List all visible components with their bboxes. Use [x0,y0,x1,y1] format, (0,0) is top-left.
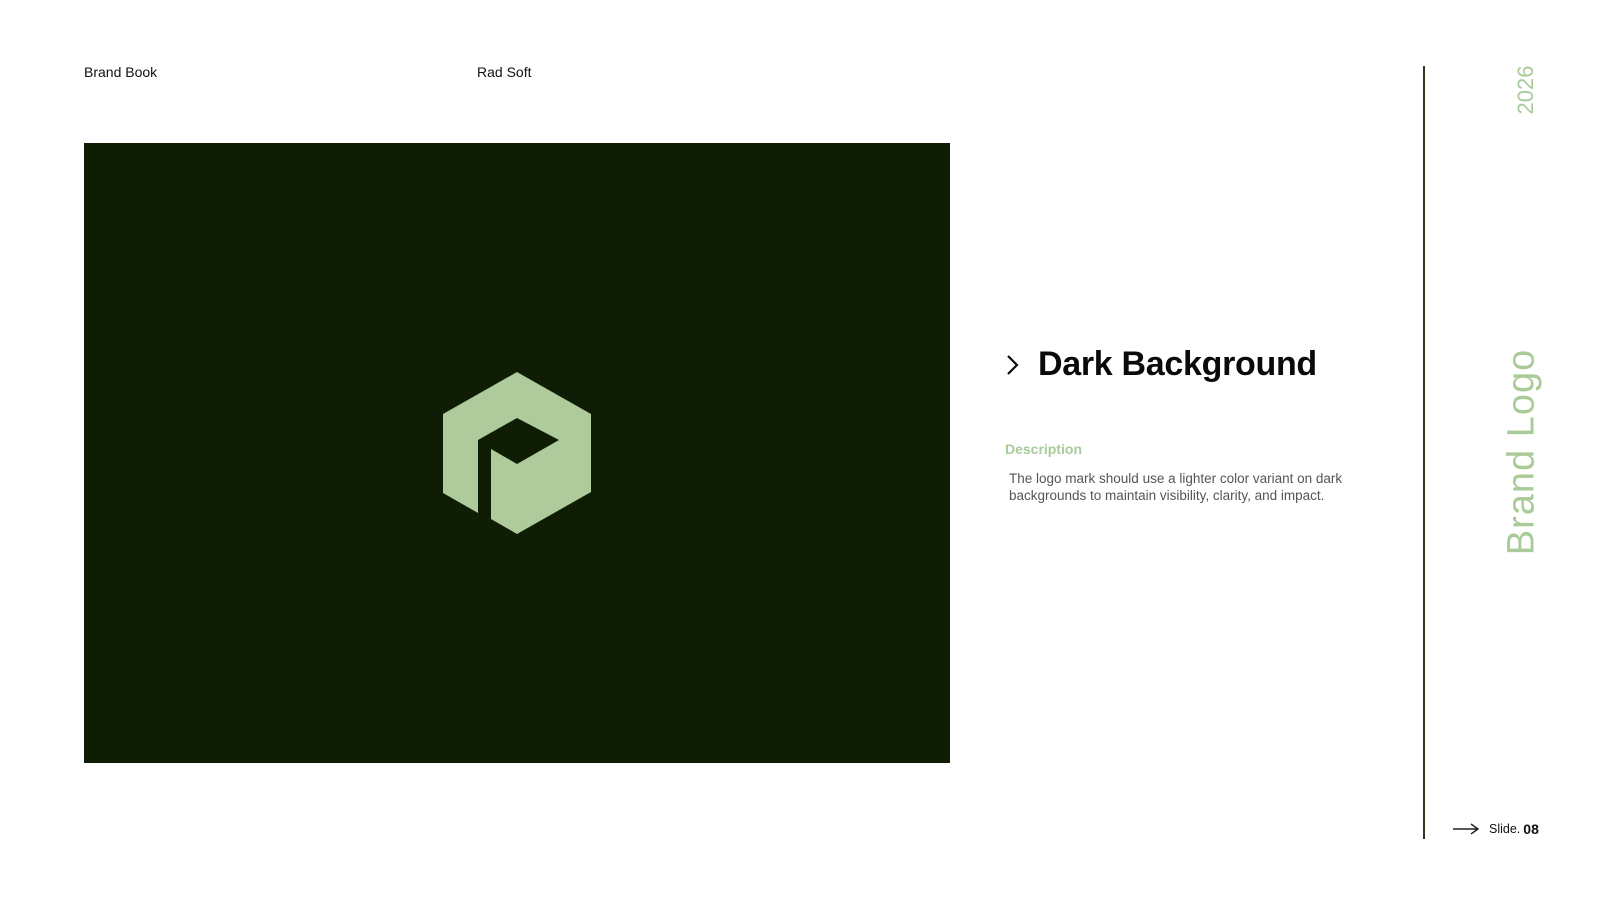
slide-label: Slide. [1489,822,1521,836]
vertical-section-title: Brand Logo [1500,348,1543,556]
chevron-right-icon [1007,354,1019,375]
description-text: The logo mark should use a lighter color… [1009,471,1343,503]
slide-indicator: Slide. 08 [1452,821,1539,837]
year-label: 2026 [1513,65,1538,115]
section-title: Dark Background [1003,345,1317,384]
slide-number: 08 [1523,821,1539,837]
company-name-label: Rad Soft [477,64,532,80]
rad-soft-hexagon-logo-icon [443,372,591,534]
brand-book-label: Brand Book [84,64,158,80]
description-label: Description [1005,441,1083,457]
page-title: Dark Background [1038,345,1317,383]
vertical-divider [1423,66,1425,839]
arrow-right-icon[interactable] [1452,822,1480,836]
